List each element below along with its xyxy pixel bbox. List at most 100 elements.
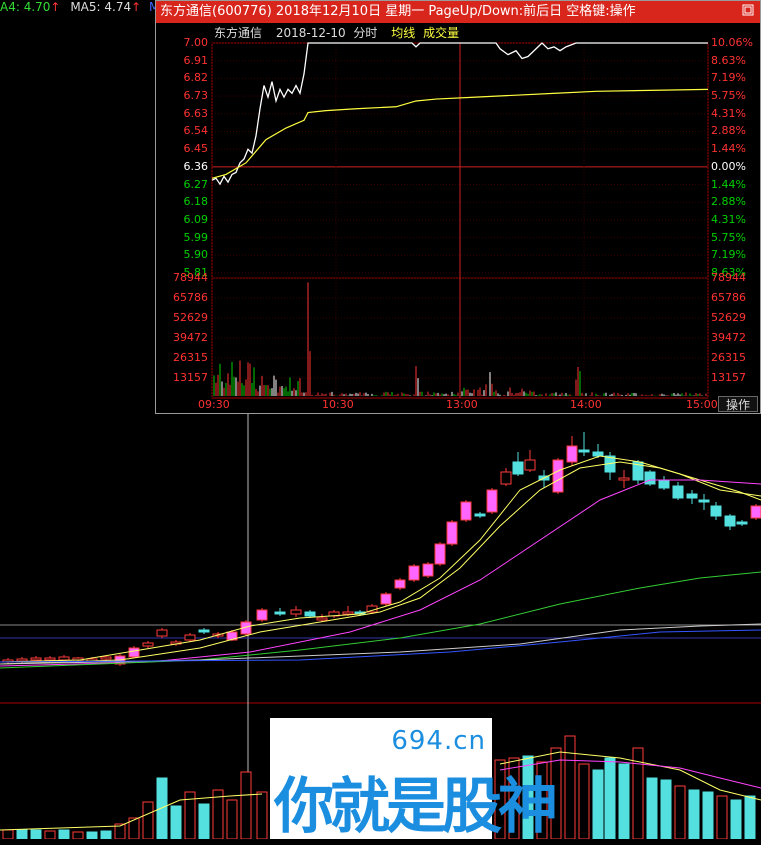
volume-tick-left: 52629 [173,311,208,324]
volume-bar [44,830,56,839]
candle-body [644,471,656,485]
volume-tick-right: 26315 [711,351,746,364]
volume-tick-left: 39472 [173,331,208,344]
price-tick-right: 2.88% [711,124,746,138]
price-tick-left: 6.91 [183,53,209,67]
price-tick-right: 1.44% [711,177,746,191]
restore-icon[interactable] [742,3,754,21]
popup-title: 东方通信(600776) 2018年12月10日 星期一 PageUp/Down… [160,4,636,19]
ma5-line [0,455,761,663]
candle-body [500,471,512,485]
candle-body [446,521,458,545]
volume-tick-left: 65786 [173,291,208,304]
volume-bar [674,785,686,839]
time-tick: 14:00 [570,398,602,411]
candle-body [58,656,70,661]
price-tick-left: 6.18 [183,195,209,209]
volume-bar [256,791,268,839]
volume-tick-right: 65786 [711,291,746,304]
ma120-line [0,623,761,665]
candle-body [304,611,316,617]
ma5-label: MA5: 4.74 [70,0,132,14]
volume-bar [618,763,630,839]
candle-body [698,499,710,503]
volume-bar [2,829,14,839]
ma4-label: A4: 4.70 [0,0,51,14]
volume-tick-right: 13157 [711,371,746,384]
watermark-text: 你就是股神 [274,772,558,842]
volume-bar [58,829,70,839]
volume-bar [72,831,84,839]
volume-tick-right: 78944 [711,271,746,284]
candle-body [256,609,268,621]
popup-title-bar[interactable]: 东方通信(600776) 2018年12月10日 星期一 PageUp/Down… [156,1,760,23]
watermark-domain: 694.cn [391,726,486,756]
volume-tick-right: 52629 [711,311,746,324]
price-tick-left: 6.73 [183,89,209,103]
volume-bar [660,779,672,839]
candle-body [736,521,748,525]
ma250-line [0,629,761,663]
volume-tick-left: 78944 [173,271,208,284]
candle-body [380,593,392,605]
intraday-chart[interactable] [156,23,760,413]
candle-body [686,493,698,499]
candle-body [434,543,446,565]
volume-tick-left: 26315 [173,351,208,364]
candle-body [100,656,112,660]
candle-body [474,513,486,517]
candle-body [724,515,736,527]
price-tick-right: 2.88% [711,195,746,209]
price-tick-left: 6.45 [183,142,209,156]
volume-tick-right: 39472 [711,331,746,344]
price-tick-right: 7.19% [711,71,746,85]
price-tick-right: 4.31% [711,212,746,226]
candle-body [274,611,286,615]
candle-body [552,459,564,493]
volume-tick-left: 13157 [173,371,208,384]
price-tick-right: 4.31% [711,106,746,120]
volume-bar [170,805,182,839]
intraday-popup[interactable]: 东方通信(600776) 2018年12月10日 星期一 PageUp/Down… [155,0,761,414]
candle-body [750,505,761,519]
time-tick: 15:00 [686,398,718,411]
candle-body [710,505,722,517]
volume-bar [564,735,576,839]
price-tick-right: 5.75% [711,89,746,103]
price-tick-left: 6.09 [183,212,209,226]
price-tick-right: 8.63% [711,53,746,67]
volume-bar [30,829,42,839]
price-tick-left: 6.82 [183,71,209,85]
ma-legend: A4: 4.70↑ MA5: 4.74↑ MA [0,0,168,16]
candle-body [460,501,472,521]
candle-body [578,449,590,453]
watermark: 694.cn 你就是股神 [270,718,558,842]
candle-body [524,459,536,471]
price-tick-left: 6.54 [183,124,209,138]
candle-body [198,629,210,633]
price-tick-left: 7.00 [183,36,209,49]
price-tick-right: 10.06% [711,36,753,49]
candle-body [44,657,56,661]
candle-body [184,634,196,641]
volume-bar [730,799,742,839]
volume-bar [604,757,616,839]
candle-body [512,461,524,475]
candle-body [342,611,354,615]
volume-bar [592,769,604,839]
price-tick-left: 5.90 [183,248,209,262]
time-tick: 13:00 [446,398,478,411]
candle-body [128,647,140,658]
time-tick: 10:30 [322,398,354,411]
volume-bar [142,801,154,839]
candle-body [316,617,328,621]
candle-body [618,477,630,481]
operate-button[interactable]: 操作 [718,396,758,412]
volume-bar [100,830,112,839]
price-tick-left: 6.63 [183,106,209,120]
price-tick-right: 5.75% [711,230,746,244]
ma5-arrow: ↑ [131,0,142,14]
candle-body [658,479,670,489]
price-tick-left: 5.99 [183,230,209,244]
price-tick-left: 6.27 [183,177,209,191]
